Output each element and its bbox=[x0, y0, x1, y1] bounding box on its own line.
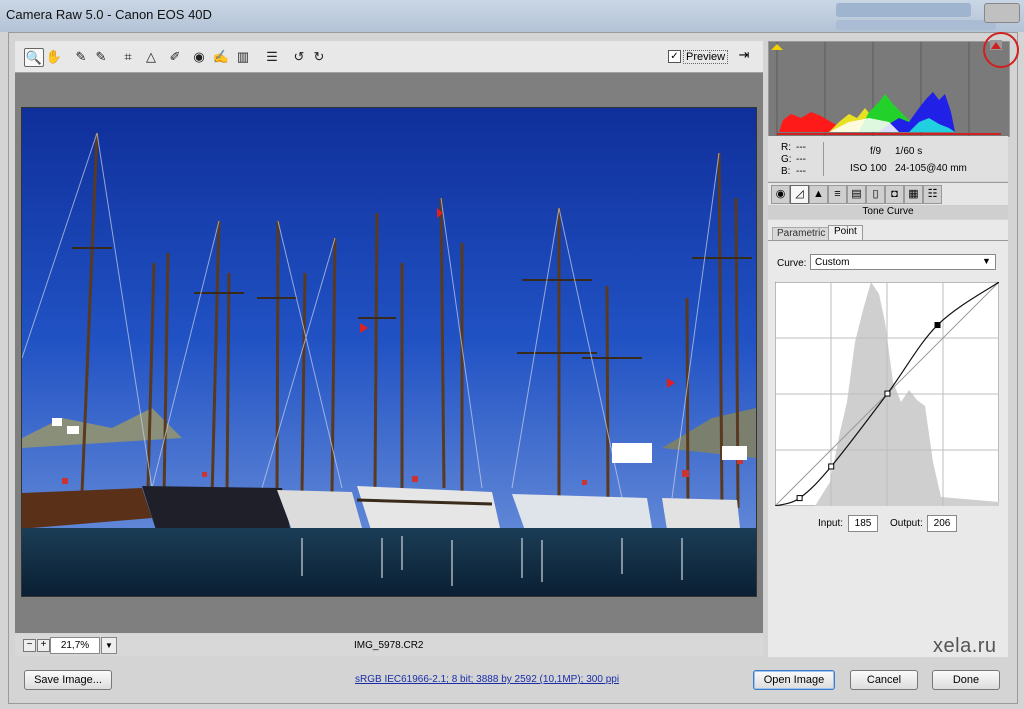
graduated-filter-icon[interactable]: ▥ bbox=[234, 48, 252, 65]
background-window-fragment bbox=[836, 20, 996, 30]
snapshots-tab-icon[interactable]: ☷ bbox=[923, 185, 942, 204]
g-value: --- bbox=[796, 154, 806, 165]
input-value-field[interactable]: 185 bbox=[848, 515, 878, 532]
lens-value: 24-105@40 mm bbox=[895, 163, 967, 174]
detail-tab-icon[interactable]: ▲ bbox=[809, 185, 828, 204]
rotate-ccw-icon[interactable]: ↺ bbox=[290, 48, 308, 65]
curve-control-point[interactable] bbox=[828, 463, 835, 470]
preview-label[interactable]: Preview bbox=[683, 50, 729, 64]
histogram bbox=[768, 41, 1010, 137]
hsl-tab-icon[interactable]: ≡ bbox=[828, 185, 847, 204]
curve-preset-select[interactable]: Custom bbox=[810, 254, 996, 270]
file-name: IMG_5978.CR2 bbox=[354, 640, 424, 651]
adjustment-brush-icon[interactable]: ✍ bbox=[212, 48, 230, 65]
output-value-field[interactable]: 206 bbox=[927, 515, 957, 532]
curve-label: Curve: bbox=[777, 258, 807, 269]
camera-calibration-tab-icon[interactable]: ◘ bbox=[885, 185, 904, 204]
fullscreen-toggle-icon[interactable]: ⇥ bbox=[736, 47, 752, 63]
chevron-down-icon: ▼ bbox=[982, 256, 991, 266]
presets-tab-icon[interactable]: ▦ bbox=[904, 185, 923, 204]
white-balance-tool-icon[interactable]: ✎ bbox=[72, 48, 90, 65]
tab-point[interactable]: Point bbox=[828, 225, 863, 241]
window-close-button[interactable] bbox=[984, 3, 1020, 23]
tone-curve-graph[interactable] bbox=[774, 281, 1000, 509]
done-button[interactable]: Done bbox=[932, 670, 1000, 690]
photo-preview bbox=[21, 107, 757, 597]
panel-title: Tone Curve bbox=[768, 205, 1008, 219]
tab-parametric[interactable]: Parametric bbox=[772, 227, 831, 241]
lens-corrections-tab-icon[interactable]: ▯ bbox=[866, 185, 885, 204]
r-label: R: bbox=[781, 142, 791, 153]
workflow-options-link[interactable]: sRGB IEC61966-2.1; 8 bit; 3888 by 2592 (… bbox=[355, 674, 619, 685]
g-label: G: bbox=[781, 154, 792, 165]
cancel-button[interactable]: Cancel bbox=[850, 670, 918, 690]
hand-tool-icon[interactable]: ✋ bbox=[45, 48, 63, 65]
r-value: --- bbox=[796, 142, 806, 153]
info-divider bbox=[823, 142, 824, 176]
zoom-in-button[interactable]: + bbox=[37, 639, 50, 652]
b-value: --- bbox=[796, 166, 806, 177]
preferences-icon[interactable]: ☰ bbox=[263, 48, 281, 65]
window-title: Camera Raw 5.0 - Canon EOS 40D bbox=[6, 7, 212, 22]
aperture-value: f/9 bbox=[870, 146, 882, 157]
zoom-out-button[interactable]: − bbox=[23, 639, 36, 652]
zoom-tool-icon[interactable]: 🔍 bbox=[24, 48, 44, 67]
open-image-button[interactable]: Open Image bbox=[753, 670, 835, 690]
color-sampler-tool-icon[interactable]: ✎ bbox=[92, 48, 110, 65]
output-label: Output: bbox=[890, 518, 923, 529]
highlight-annotation-circle bbox=[983, 32, 1019, 68]
harbor-photo bbox=[22, 108, 756, 596]
curve-control-point[interactable] bbox=[796, 495, 803, 502]
zoom-dropdown-icon[interactable]: ▼ bbox=[101, 637, 117, 654]
spot-removal-tool-icon[interactable]: ✐ bbox=[166, 48, 184, 65]
red-eye-tool-icon[interactable]: ◉ bbox=[190, 48, 208, 65]
rotate-cw-icon[interactable]: ↻ bbox=[310, 48, 328, 65]
subtab-divider bbox=[768, 240, 1008, 241]
iso-value: ISO 100 bbox=[850, 163, 887, 174]
shutter-value: 1/60 s bbox=[895, 146, 923, 157]
basic-tab-icon[interactable]: ◉ bbox=[771, 185, 790, 204]
input-label: Input: bbox=[818, 518, 844, 529]
straighten-tool-icon[interactable]: △ bbox=[142, 48, 160, 65]
curve-control-point[interactable] bbox=[934, 322, 941, 329]
watermark: xela.ru bbox=[933, 635, 997, 657]
crop-tool-icon[interactable]: ⌗ bbox=[119, 48, 137, 65]
tone-curve-tab-icon[interactable]: ◿ bbox=[790, 185, 809, 204]
background-window-fragment bbox=[836, 3, 971, 17]
histogram-graph bbox=[771, 42, 1001, 136]
preview-checkbox[interactable]: ✓ bbox=[668, 50, 681, 63]
split-toning-tab-icon[interactable]: ▤ bbox=[847, 185, 866, 204]
save-image-button[interactable]: Save Image... bbox=[24, 670, 112, 690]
curve-control-point[interactable] bbox=[884, 390, 891, 397]
b-label: B: bbox=[781, 166, 791, 177]
zoom-level-field[interactable]: 21,7% bbox=[50, 637, 100, 654]
